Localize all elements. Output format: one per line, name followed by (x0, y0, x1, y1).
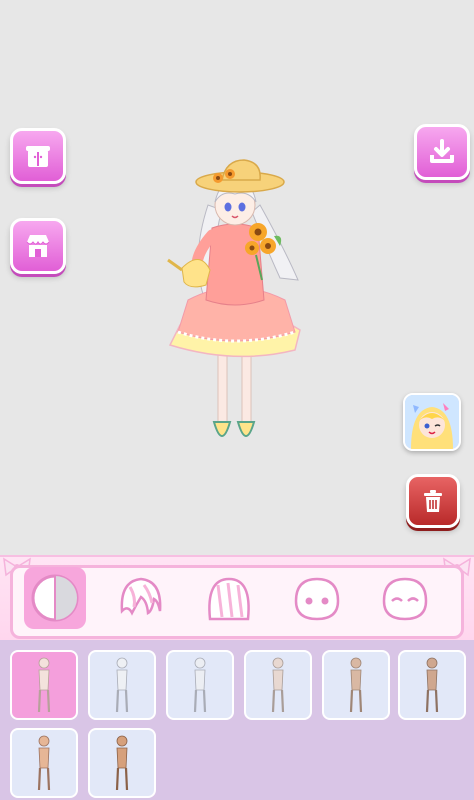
category-bar (0, 555, 474, 642)
trash-icon (424, 490, 442, 512)
face-eyes-category-icon (294, 577, 340, 621)
delete-button[interactable] (406, 474, 460, 528)
body-category-icon (31, 574, 79, 622)
promo-game-icon[interactable] (403, 393, 461, 451)
skin-item-7[interactable] (10, 728, 78, 798)
wardrobe-icon (26, 146, 50, 167)
body-figure-icon (271, 657, 285, 713)
body-figure-icon (37, 657, 51, 713)
dressed-character[interactable] (160, 150, 310, 455)
back-hair-category-icon (208, 577, 250, 621)
download-button[interactable] (414, 124, 470, 180)
tab-face-expression[interactable] (374, 567, 436, 629)
body-figure-icon (115, 735, 129, 791)
tab-body[interactable] (24, 567, 86, 629)
promo-character-image (405, 395, 459, 449)
body-figure-icon (425, 657, 439, 713)
body-figure-icon (115, 657, 129, 713)
skin-item-4[interactable] (244, 650, 312, 720)
shop-icon (26, 235, 50, 257)
skin-item-2[interactable] (88, 650, 156, 720)
body-figure-icon (37, 735, 51, 791)
dressup-stage (0, 0, 474, 555)
front-hair-category-icon (120, 577, 162, 616)
face-expression-category-icon (382, 577, 428, 621)
tab-face-eyes[interactable] (286, 567, 348, 629)
skin-item-8[interactable] (88, 728, 156, 798)
shop-button[interactable] (10, 218, 66, 274)
body-figure-icon (349, 657, 363, 713)
download-icon (430, 139, 454, 163)
skin-item-3[interactable] (166, 650, 234, 720)
wardrobe-button[interactable] (10, 128, 66, 184)
skin-item-5[interactable] (322, 650, 390, 720)
tab-front-hair[interactable] (110, 567, 172, 629)
skin-item-6[interactable] (398, 650, 466, 720)
body-figure-icon (193, 657, 207, 713)
tab-back-hair[interactable] (198, 567, 260, 629)
character-watering-can (181, 259, 211, 288)
character-shoes (212, 421, 232, 437)
skin-item-1[interactable] (10, 650, 78, 720)
item-grid (0, 640, 474, 800)
